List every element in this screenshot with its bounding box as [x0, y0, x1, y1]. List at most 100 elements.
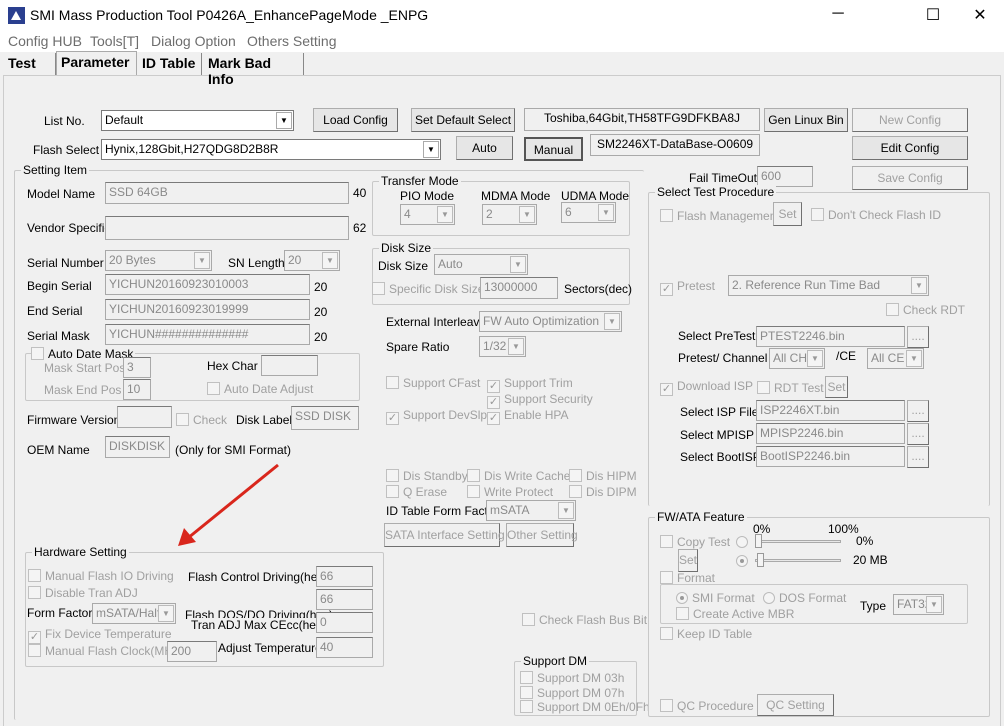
q-erase-checkbox[interactable]: Q Erase: [386, 485, 447, 499]
isp-file-input[interactable]: ISP2246XT.bin: [756, 400, 905, 421]
id-form-factor-select[interactable]: mSATA ▼: [486, 500, 576, 521]
format-checkbox[interactable]: Format: [660, 571, 715, 585]
support-trim-checkbox[interactable]: ✓ Support Trim: [487, 376, 573, 393]
auto-button[interactable]: Auto: [456, 136, 513, 160]
check-rdt-checkbox[interactable]: Check RDT: [886, 303, 965, 317]
copy-test-set-button[interactable]: Set: [678, 549, 698, 572]
maximize-button[interactable]: ☐: [918, 5, 948, 25]
dis-write-cache-checkbox[interactable]: Dis Write Cache: [467, 469, 570, 483]
qc-procedure-checkbox[interactable]: QC Procedure: [660, 699, 754, 713]
download-isp-checkbox[interactable]: ✓ Download ISP: [660, 379, 753, 396]
qc-setting-button[interactable]: QC Setting: [757, 694, 834, 716]
fail-timeout-input[interactable]: 600: [757, 166, 813, 187]
pretest-checkbox[interactable]: ✓ Pretest: [660, 279, 715, 296]
flash-management-set-button[interactable]: Set: [773, 202, 802, 226]
support-dm-03h-checkbox[interactable]: Support DM 03h: [520, 671, 624, 685]
select-pretest-input[interactable]: PTEST2246.bin: [756, 326, 905, 347]
udma-mode-select[interactable]: 6 ▼: [561, 202, 616, 223]
serial-mask-input[interactable]: YICHUN##############: [105, 324, 310, 345]
manual-flash-clock-checkbox[interactable]: Manual Flash Clock(MHz): [28, 644, 183, 658]
specific-disk-size-checkbox[interactable]: Specific Disk Size: [372, 282, 484, 296]
copy-percent-slider[interactable]: [755, 534, 841, 548]
check-checkbox[interactable]: Check: [176, 413, 227, 427]
dis-hipm-checkbox[interactable]: Dis HIPM: [569, 469, 637, 483]
channel-select[interactable]: All CH ▼: [769, 348, 825, 369]
minimize-button[interactable]: ─: [823, 5, 853, 23]
ce-select[interactable]: All CE ▼: [867, 348, 924, 369]
support-dm-0eh-checkbox[interactable]: Support DM 0Eh/0Fh: [520, 700, 650, 714]
enable-hpa-checkbox[interactable]: ✓ Enable HPA: [487, 408, 568, 425]
sata-interface-setting-button[interactable]: SATA Interface Setting: [384, 523, 505, 547]
begin-serial-input[interactable]: YICHUN20160923010003: [105, 274, 310, 295]
disk-size-select[interactable]: Auto ▼: [434, 254, 528, 275]
flash-control-input[interactable]: 66: [316, 566, 373, 587]
model-name-input[interactable]: SSD 64GB: [105, 182, 349, 204]
form-factor-select[interactable]: mSATA/HalfS ▼: [92, 603, 176, 624]
vendor-specific-input[interactable]: [105, 216, 349, 240]
flash-select[interactable]: Hynix,128Gbit,H27QDG8D2B8R ▼: [101, 139, 441, 160]
slider-thumb[interactable]: [757, 553, 764, 567]
oem-name-input[interactable]: DISKDISK: [105, 436, 170, 458]
disable-tran-adj-checkbox[interactable]: Disable Tran ADJ: [28, 586, 138, 600]
auto-date-adjust-checkbox[interactable]: Auto Date Adjust: [207, 382, 313, 396]
list-no-select[interactable]: Default ▼: [101, 110, 294, 131]
auto-date-mask-checkbox[interactable]: Auto Date Mask: [31, 347, 136, 361]
mpisp-input[interactable]: MPISP2246.bin: [756, 423, 905, 444]
support-security-checkbox[interactable]: ✓ Support Security: [487, 392, 593, 409]
copy-test-checkbox[interactable]: Copy Test: [660, 535, 730, 549]
tab-id-table[interactable]: ID Table: [138, 53, 202, 75]
check-flash-bus-checkbox[interactable]: Check Flash Bus Bit: [522, 613, 647, 627]
tab-parameter[interactable]: Parameter: [56, 51, 137, 75]
menu-dialog-option[interactable]: Dialog Option: [151, 33, 236, 49]
tran-adj-input[interactable]: 0: [316, 612, 373, 633]
browse-isp-button[interactable]: ....: [907, 400, 929, 422]
edit-config-button[interactable]: Edit Config: [852, 136, 968, 160]
firmware-version-input[interactable]: [117, 406, 172, 428]
close-button[interactable]: ✕: [965, 5, 995, 25]
support-dm-07h-checkbox[interactable]: Support DM 07h: [520, 686, 624, 700]
manual-button[interactable]: Manual: [524, 137, 583, 161]
browse-bootisp-button[interactable]: ....: [907, 446, 929, 468]
browse-mpisp-button[interactable]: ....: [907, 423, 929, 445]
menu-config-hub[interactable]: Config HUB: [8, 33, 82, 49]
tab-test[interactable]: Test: [4, 53, 56, 75]
gen-linux-bin-button[interactable]: Gen Linux Bin: [764, 108, 848, 132]
create-active-mbr-checkbox[interactable]: Create Active MBR: [676, 607, 794, 621]
flash-clock-input[interactable]: 200: [167, 641, 217, 662]
flash-management-checkbox[interactable]: Flash Management: [660, 209, 780, 223]
load-config-button[interactable]: Load Config: [313, 108, 398, 132]
other-setting-button[interactable]: Other Setting: [506, 523, 578, 547]
copy-percent-radio[interactable]: [736, 535, 752, 549]
pio-mode-select[interactable]: 4 ▼: [400, 204, 455, 225]
write-protect-checkbox[interactable]: Write Protect: [467, 485, 553, 499]
keep-id-table-checkbox[interactable]: Keep ID Table: [660, 627, 752, 641]
sectors-input[interactable]: 13000000: [480, 277, 558, 299]
browse-pretest-button[interactable]: ....: [907, 326, 929, 348]
hex-char-input[interactable]: [261, 355, 318, 376]
tab-mark-bad-info[interactable]: Mark Bad Info: [204, 53, 304, 87]
rdt-test-checkbox[interactable]: RDT Test: [757, 381, 824, 395]
new-config-button[interactable]: New Config: [852, 108, 968, 132]
smi-format-radio[interactable]: SMI Format: [676, 591, 755, 605]
mask-end-pos-input[interactable]: 10: [123, 379, 151, 400]
serial-number-select[interactable]: 20 Bytes ▼: [105, 250, 212, 271]
fix-device-temp-checkbox[interactable]: ✓ Fix Device Temperature: [28, 627, 172, 644]
external-interleave-select[interactable]: FW Auto Optimization ▼: [479, 311, 622, 332]
menu-others-setting[interactable]: Others Setting: [247, 33, 337, 49]
support-devslp-checkbox[interactable]: ✓ Support DevSlp: [386, 408, 487, 425]
mask-start-pos-input[interactable]: 3: [123, 357, 151, 378]
copy-size-slider[interactable]: [755, 553, 841, 567]
copy-size-radio[interactable]: [736, 554, 752, 568]
bootisp-input[interactable]: BootISP2246.bin: [756, 446, 905, 467]
flash-dqs-input[interactable]: 66: [316, 589, 373, 610]
slider-thumb[interactable]: [755, 534, 762, 548]
end-serial-input[interactable]: YICHUN20160923019999: [105, 299, 310, 320]
adjust-temp-input[interactable]: 40: [316, 637, 373, 658]
dont-check-flash-id-checkbox[interactable]: Don't Check Flash ID: [811, 208, 941, 222]
disk-label-input[interactable]: SSD DISK: [291, 406, 359, 430]
menu-tools[interactable]: Tools[T]: [90, 33, 139, 49]
spare-ratio-select[interactable]: 1/32 ▼: [479, 336, 526, 357]
set-default-select-button[interactable]: Set Default Select: [411, 108, 515, 132]
dis-standby-checkbox[interactable]: Dis Standby: [386, 469, 468, 483]
rdt-set-button[interactable]: Set: [825, 376, 848, 398]
